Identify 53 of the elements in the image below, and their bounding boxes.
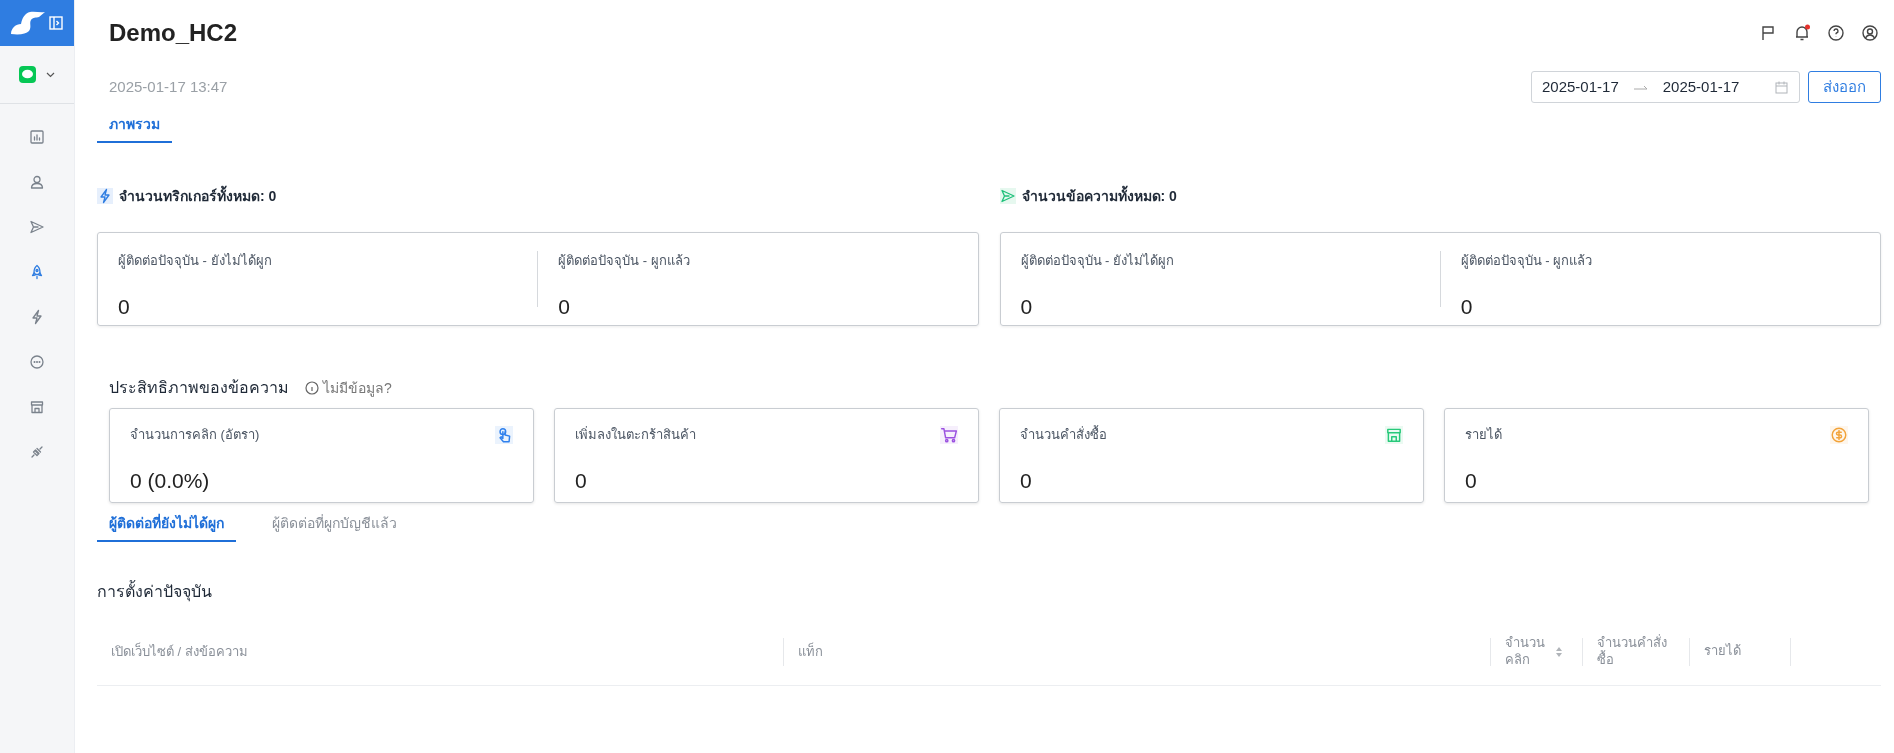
export-button[interactable]: ส่งออก [1808,71,1881,103]
stat-label: ผู้ติดต่อปัจจุบัน - ยังไม่ได้ผูก [1020,252,1176,271]
metric-label: จำนวนคำสั่งซื้อ [1020,425,1107,444]
tab[interactable]: ผู้ติดต่อที่ยังไม่ได้ผูก [97,507,236,542]
end-date: 2025-01-17 [1662,76,1740,97]
metric-label: รายได้ [1465,426,1502,444]
metric-value: 0 [1020,467,1033,494]
stat-value: 0 [1020,293,1034,320]
account-icon[interactable] [1861,24,1879,42]
stat-value: 0 [118,293,131,320]
flag-icon[interactable] [1759,24,1777,42]
section-heading: ประสิทธิภาพของข้อความ [109,378,289,398]
stat-label: ผู้ติดต่อปัจจุบัน - ผูกแล้ว [1460,252,1594,271]
metric-value: 0 (0.0%) [130,467,211,494]
section-heading: จำนวนข้อความทั้งหมด: 0 [1021,185,1177,206]
section-heading: จำนวนทริกเกอร์ทั้งหมด: 0 [119,185,277,206]
chart-icon[interactable] [29,128,45,145]
chevron-down-icon[interactable] [46,71,55,78]
help-link[interactable]: ไม่มีข้อมูล? [305,377,392,399]
help-icon[interactable] [1827,24,1845,42]
metric-label: จำนวนการคลิก (อัตรา) [130,426,260,444]
logo[interactable] [9,10,47,36]
lightning-icon [97,188,113,204]
metric-label: เพิ่มลงในตะกร้าสินค้า [575,425,696,444]
rocket-icon[interactable] [29,263,45,280]
chat-bubble-icon[interactable] [29,353,45,370]
page-title: Demo_HC2 [108,18,238,48]
paper-plane-icon[interactable] [29,218,45,235]
column-label: จำนวนคลิก [1505,634,1546,669]
column-label: แท็ก [798,641,823,661]
metric-value: 0 [575,467,588,494]
date-range-picker[interactable]: 2025-01-17 2025-01-17 [1531,71,1800,103]
section-heading: การตั้งค่าปัจจุบัน [97,580,1881,604]
start-date: 2025-01-17 [1542,76,1619,97]
column-label: เปิดเว็บไซต์ / ส่งข้อความ [111,641,248,661]
stat-label: ผู้ติดต่อปัจจุบัน - ผูกแล้ว [558,252,691,271]
sort-icon[interactable] [1555,645,1563,658]
timestamp: 2025-01-17 13:47 [108,76,228,97]
stat-value: 0 [558,293,571,320]
stat-value: 0 [1460,293,1474,320]
sidebar-toggle-icon[interactable] [48,15,64,31]
metric-value: 0 [1465,467,1478,494]
chat-app-icon[interactable] [19,66,36,83]
user-icon[interactable] [29,173,45,190]
notification-bell-icon[interactable] [1793,24,1811,42]
stat-label: ผู้ติดต่อปัจจุบัน - ยังไม่ได้ผูก [118,252,273,271]
paper-plane-icon [999,188,1016,204]
store-icon[interactable] [29,398,45,415]
tab[interactable]: ผู้ติดต่อที่ผูกบัญชีแล้ว [260,507,409,542]
column-label: รายได้ [1704,643,1742,660]
column-label: จำนวนคำสั่งซื้อ [1597,634,1667,669]
tab[interactable]: ภาพรวม [97,108,172,143]
info-icon [305,381,319,395]
